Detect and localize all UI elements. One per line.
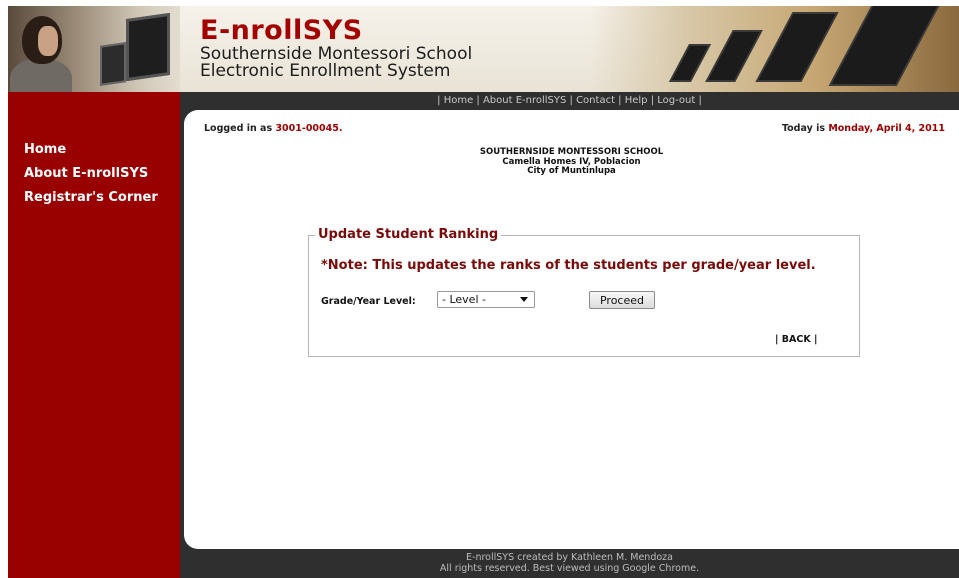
sidebar-menu: Home About E-nrollSYS Registrar's Corner (24, 142, 158, 214)
login-prefix: Logged in as (204, 123, 276, 134)
back-link[interactable]: | BACK | (775, 334, 817, 345)
nav-link-about[interactable]: About E-nrollSYS (483, 95, 566, 106)
nav-separator: | (473, 95, 483, 106)
form-legend: Update Student Ranking (315, 227, 502, 242)
app-subtitle-system: Electronic Enrollment System (200, 61, 451, 81)
footer-rights: All rights reserved. Best viewed using G… (439, 563, 700, 574)
nav-separator: | (614, 95, 625, 106)
sidebar-item-home[interactable]: Home (24, 142, 158, 166)
grade-level-select[interactable]: - Level - (437, 291, 535, 308)
date-prefix: Today is (781, 123, 829, 134)
nav-link-contact[interactable]: Contact (576, 95, 615, 106)
school-address-line2: City of Muntinlupa (527, 166, 616, 176)
sidebar-item-about[interactable]: About E-nrollSYS (24, 166, 158, 190)
banner-title-block: E-nrollSYS Southernside Montessori Schoo… (200, 16, 472, 80)
school-info: SOUTHERNSIDE MONTESSORI SCHOOL Camella H… (184, 147, 959, 177)
chevron-down-icon (520, 297, 528, 302)
footer: E-nrollSYS created by Kathleen M. Mendoz… (180, 552, 959, 578)
footer-credit: E-nrollSYS created by Kathleen M. Mendoz… (466, 552, 673, 563)
sidebar: Home About E-nrollSYS Registrar's Corner (8, 92, 180, 578)
sidebar-item-registrars-corner[interactable]: Registrar's Corner (24, 190, 158, 214)
user-id: 3001-00045. (275, 123, 343, 134)
form-note: *Note: This updates the ranks of the stu… (321, 258, 816, 273)
current-date: Monday, April 4, 2011 (828, 123, 945, 134)
app-title: E-nrollSYS (200, 15, 363, 46)
login-status: Logged in as 3001-00045. (204, 123, 342, 134)
nav-link-home[interactable]: Home (444, 95, 474, 106)
nav-separator: | (566, 95, 577, 106)
content-panel: Logged in as 3001-00045. Today is Monday… (184, 110, 959, 549)
date-display: Today is Monday, April 4, 2011 (782, 123, 945, 134)
nav-link-logout[interactable]: Log-out (657, 95, 695, 106)
proceed-button[interactable]: Proceed (589, 291, 655, 309)
header-banner: E-nrollSYS Southernside Montessori Schoo… (8, 6, 959, 92)
nav-separator: | (695, 95, 702, 106)
banner-photo-monitors (589, 6, 959, 92)
nav-separator: | (647, 95, 658, 106)
top-navigation: | Home | About E-nrollSYS | Contact | He… (180, 92, 959, 110)
update-ranking-form: Update Student Ranking *Note: This updat… (308, 227, 860, 357)
nav-link-help[interactable]: Help (625, 95, 648, 106)
grade-level-label: Grade/Year Level: (321, 296, 416, 307)
main-frame: | Home | About E-nrollSYS | Contact | He… (180, 92, 959, 578)
grade-level-selected-value: - Level - (442, 293, 486, 306)
banner-photo-student (8, 6, 180, 92)
